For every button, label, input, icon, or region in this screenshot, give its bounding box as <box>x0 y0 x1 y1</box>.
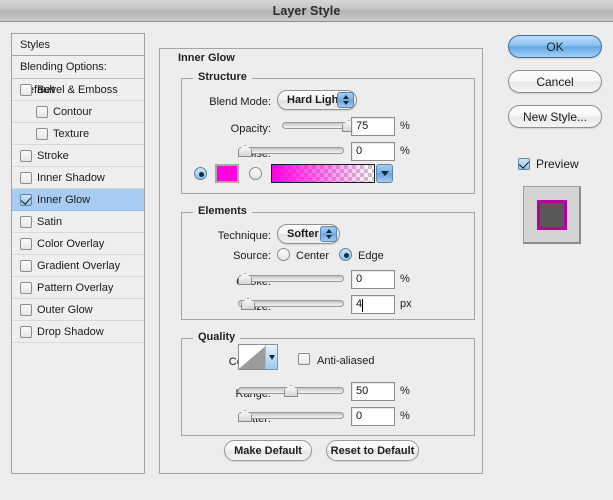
contour-preset-picker[interactable] <box>238 344 278 370</box>
sidebar-item-color-overlay[interactable]: Color Overlay <box>12 233 144 255</box>
range-input[interactable]: 50 <box>351 382 395 401</box>
anti-aliased-label: Anti-aliased <box>317 355 374 367</box>
sidebar-item-label: Gradient Overlay <box>37 260 120 272</box>
window-titlebar: Layer Style <box>0 0 613 22</box>
sidebar-item-label: Texture <box>53 128 89 140</box>
opacity-label: Opacity: <box>191 123 271 135</box>
contour-curve-icon <box>239 345 267 369</box>
make-default-button[interactable]: Make Default <box>224 440 312 461</box>
checkbox-satin[interactable] <box>20 216 32 228</box>
sidebar-item-label: Color Overlay <box>37 238 104 250</box>
sidebar-item-label: Outer Glow <box>37 304 93 316</box>
size-slider[interactable] <box>238 295 344 313</box>
range-slider[interactable] <box>238 382 344 400</box>
checkbox-gradient-overlay[interactable] <box>20 260 32 272</box>
checkbox-inner-shadow[interactable] <box>20 172 32 184</box>
gradient-preview[interactable] <box>271 164 375 183</box>
sidebar-item-drop-shadow[interactable]: Drop Shadow <box>12 321 144 343</box>
noise-unit: % <box>400 145 410 157</box>
preview-swatch <box>537 200 567 230</box>
size-input[interactable]: 4 <box>351 295 395 314</box>
checkbox-anti-aliased[interactable] <box>298 353 310 365</box>
technique-label: Technique: <box>191 230 271 242</box>
noise-slider[interactable] <box>238 142 344 160</box>
source-label: Source: <box>191 250 271 262</box>
preview-checkbox-row[interactable]: Preview <box>518 157 579 171</box>
sidebar-item-contour[interactable]: Contour <box>12 101 144 123</box>
choke-unit: % <box>400 273 410 285</box>
blend-mode-value: Hard Light <box>278 94 342 106</box>
sidebar-item-label: Contour <box>53 106 92 118</box>
elements-legend: Elements <box>193 205 252 217</box>
glow-color-swatch[interactable] <box>215 164 239 183</box>
sidebar-item-label: Inner Shadow <box>37 172 105 184</box>
sidebar-item-label: Pattern Overlay <box>37 282 113 294</box>
sidebar-item-label: Bevel & Emboss <box>37 84 118 96</box>
opacity-input[interactable]: 75 <box>351 117 395 136</box>
checkbox-inner-glow[interactable] <box>20 194 32 206</box>
technique-select[interactable]: Softer <box>277 224 340 244</box>
structure-legend: Structure <box>193 71 252 83</box>
checkbox-outer-glow[interactable] <box>20 304 32 316</box>
blend-mode-label: Blend Mode: <box>191 96 271 108</box>
sidebar-item-inner-shadow[interactable]: Inner Shadow <box>12 167 144 189</box>
checkbox-preview[interactable] <box>518 158 530 170</box>
checkbox-bevel-emboss[interactable] <box>20 84 32 96</box>
radio-fill-gradient[interactable] <box>249 167 262 180</box>
blend-mode-select[interactable]: Hard Light <box>277 90 357 110</box>
source-center-label: Center <box>296 250 329 262</box>
sidebar-item-texture[interactable]: Texture <box>12 123 144 145</box>
radio-source-edge[interactable] <box>339 248 352 261</box>
checkbox-contour[interactable] <box>36 106 48 118</box>
quality-legend: Quality <box>193 331 240 343</box>
styles-panel-header[interactable]: Styles <box>12 34 144 56</box>
checkbox-pattern-overlay[interactable] <box>20 282 32 294</box>
sidebar-item-inner-glow[interactable]: Inner Glow <box>12 189 144 211</box>
dialog-body: Styles Blending Options: Default Bevel &… <box>0 22 613 500</box>
cancel-button[interactable]: Cancel <box>508 70 602 93</box>
sidebar-item-outer-glow[interactable]: Outer Glow <box>12 299 144 321</box>
sidebar-item-label: Drop Shadow <box>37 326 104 338</box>
radio-source-center[interactable] <box>277 248 290 261</box>
choke-slider[interactable] <box>238 270 344 288</box>
range-unit: % <box>400 385 410 397</box>
noise-input[interactable]: 0 <box>351 142 395 161</box>
reset-to-default-button[interactable]: Reset to Default <box>326 440 419 461</box>
technique-value: Softer <box>278 228 319 240</box>
choke-input[interactable]: 0 <box>351 270 395 289</box>
blending-options-row[interactable]: Blending Options: Default <box>12 56 144 79</box>
window-title: Layer Style <box>273 4 341 18</box>
radio-fill-color[interactable] <box>194 167 207 180</box>
preview-thumbnail <box>523 186 581 244</box>
checkbox-color-overlay[interactable] <box>20 238 32 250</box>
checkbox-drop-shadow[interactable] <box>20 326 32 338</box>
checkbox-stroke[interactable] <box>20 150 32 162</box>
sidebar-item-satin[interactable]: Satin <box>12 211 144 233</box>
chevron-down-icon[interactable] <box>265 345 277 369</box>
sidebar-item-label: Inner Glow <box>37 194 90 206</box>
gradient-dropdown-icon[interactable] <box>376 164 393 183</box>
styles-panel: Styles Blending Options: Default Bevel &… <box>11 33 145 474</box>
size-unit: px <box>400 298 412 310</box>
checkbox-texture[interactable] <box>36 128 48 140</box>
panel-title-inner-glow: Inner Glow <box>173 52 240 64</box>
slider-track <box>238 412 344 419</box>
chevron-updown-icon[interactable] <box>320 226 337 242</box>
source-edge-label: Edge <box>358 250 384 262</box>
sidebar-item-label: Satin <box>37 216 62 228</box>
chevron-updown-icon[interactable] <box>337 92 354 108</box>
opacity-unit: % <box>400 120 410 132</box>
sidebar-item-label: Stroke <box>37 150 69 162</box>
sidebar-item-pattern-overlay[interactable]: Pattern Overlay <box>12 277 144 299</box>
jitter-slider[interactable] <box>238 407 344 425</box>
sidebar-item-gradient-overlay[interactable]: Gradient Overlay <box>12 255 144 277</box>
sidebar-item-stroke[interactable]: Stroke <box>12 145 144 167</box>
slider-track <box>238 275 344 282</box>
jitter-unit: % <box>400 410 410 422</box>
ok-button[interactable]: OK <box>508 35 602 58</box>
slider-track <box>238 147 344 154</box>
preview-label: Preview <box>536 157 579 171</box>
new-style-button[interactable]: New Style... <box>508 105 602 128</box>
jitter-input[interactable]: 0 <box>351 407 395 426</box>
